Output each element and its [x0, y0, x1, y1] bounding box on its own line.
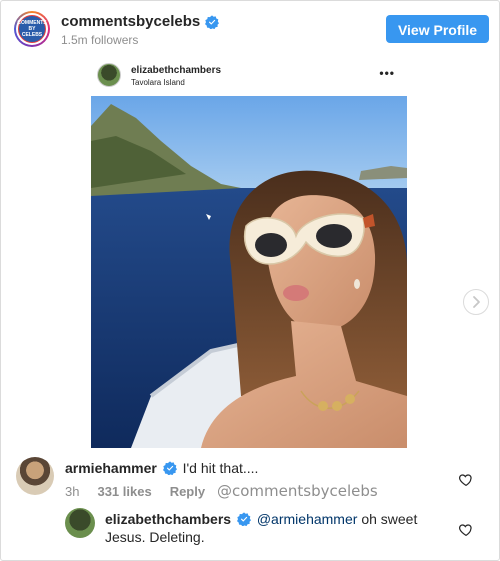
- account-avatar[interactable]: COMMENTS BY CELEBS: [14, 11, 50, 47]
- account-name[interactable]: commentsbycelebs: [61, 13, 200, 30]
- post-header: elizabethchambers Tavolara Island •••: [91, 61, 407, 93]
- commenter-avatar[interactable]: [16, 457, 54, 495]
- embed-header: COMMENTS BY CELEBS commentsbycelebs 1.5m…: [1, 1, 499, 55]
- follower-count: 1.5m followers: [61, 33, 139, 47]
- comment-1-text: I'd hit that....: [182, 460, 259, 476]
- next-slide-button[interactable]: [463, 289, 489, 315]
- watermark-text: @commentsbycelebs: [217, 482, 378, 500]
- heart-icon[interactable]: [458, 472, 474, 488]
- comment-1-meta: 3h 331 likes Reply: [65, 484, 205, 499]
- verified-badge-icon: [205, 14, 220, 29]
- comment-1-username[interactable]: armiehammer: [65, 460, 157, 476]
- avatar-logo: COMMENTS BY CELEBS: [17, 15, 47, 43]
- reply-author-avatar[interactable]: [65, 508, 95, 538]
- comment-1-time[interactable]: 3h: [65, 484, 79, 499]
- chevron-right-icon: [473, 296, 480, 308]
- comment-2-text-line1: oh sweet: [361, 511, 418, 527]
- comment-1: armiehammer I'd hit that....: [65, 460, 258, 476]
- comment-2-username[interactable]: elizabethchambers: [105, 511, 231, 527]
- comment-1-likes[interactable]: 331 likes: [97, 484, 151, 499]
- embed-card: COMMENTS BY CELEBS commentsbycelebs 1.5m…: [0, 0, 500, 561]
- view-profile-button[interactable]: View Profile: [386, 15, 489, 43]
- more-dots-icon[interactable]: •••: [379, 66, 395, 80]
- post-location[interactable]: Tavolara Island: [131, 78, 185, 87]
- comment-2-text-line2: Jesus. Deleting.: [105, 529, 205, 545]
- account-name-row[interactable]: commentsbycelebs: [61, 13, 220, 30]
- comment-1-reply[interactable]: Reply: [170, 484, 205, 499]
- verified-badge-icon: [236, 512, 251, 526]
- verified-badge-icon: [162, 461, 177, 475]
- post-photo-image: [91, 96, 407, 448]
- comment-2-mention[interactable]: @armiehammer: [257, 511, 358, 527]
- post-author-username[interactable]: elizabethchambers: [131, 65, 221, 76]
- comment-2: elizabethchambers @armiehammer oh sweet …: [105, 510, 445, 546]
- post-photo[interactable]: [91, 96, 407, 448]
- heart-icon[interactable]: [458, 522, 474, 538]
- post-author-avatar[interactable]: [97, 63, 121, 87]
